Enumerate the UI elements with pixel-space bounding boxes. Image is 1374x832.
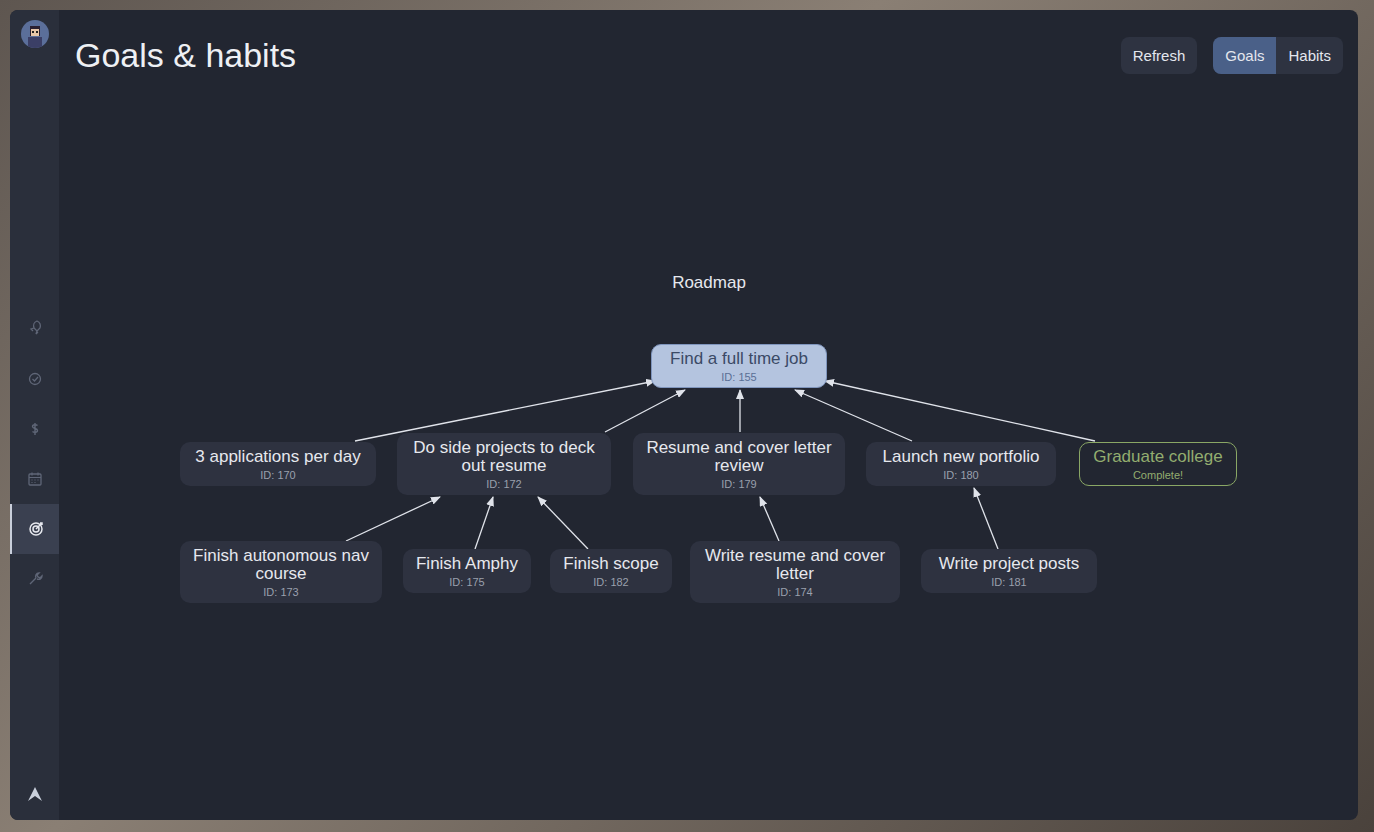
header: Goals & habits Refresh GoalsHabits	[59, 10, 1358, 76]
edge-arrow	[739, 390, 740, 432]
check-circle-icon	[25, 369, 45, 389]
goal-title: Find a full time job	[660, 350, 818, 368]
goal-node[interactable]: Find a full time job ID: 155	[651, 344, 827, 388]
goal-title: Write project posts	[930, 555, 1088, 573]
rocket-icon	[25, 319, 45, 339]
goal-title: Resume and cover letter review	[642, 439, 836, 475]
header-actions: Refresh GoalsHabits	[1121, 37, 1343, 74]
edge-arrow	[355, 381, 655, 441]
goal-node[interactable]: Graduate college Complete!	[1079, 442, 1237, 486]
goal-subtitle: ID: 170	[189, 469, 367, 481]
goal-node[interactable]: Do side projects to deck out resume ID: 1…	[397, 433, 611, 495]
edge-arrow	[346, 497, 440, 541]
goal-subtitle: ID: 179	[642, 478, 836, 490]
edge-arrow	[475, 497, 493, 549]
sidebar-items	[10, 304, 59, 604]
wrench-icon	[25, 569, 45, 589]
sidebar	[10, 10, 59, 820]
goal-node[interactable]: Launch new portfolio ID: 180	[866, 442, 1056, 486]
edge-arrow	[760, 497, 779, 541]
goal-title: Finish autonomous nav course	[189, 547, 373, 583]
roadmap-title: Roadmap	[672, 273, 746, 293]
goal-node[interactable]: 3 applications per day ID: 170	[180, 442, 376, 486]
sidebar-item[interactable]	[10, 304, 59, 354]
goal-subtitle: ID: 172	[406, 478, 602, 490]
calendar-icon	[25, 469, 45, 489]
goal-title: 3 applications per day	[189, 448, 367, 466]
view-toggle-option[interactable]: Habits	[1276, 37, 1343, 74]
target-icon	[26, 519, 46, 539]
goal-subtitle: ID: 175	[412, 576, 522, 588]
goal-node[interactable]: Write project posts ID: 181	[921, 549, 1097, 593]
goal-node[interactable]: Write resume and cover letter ID: 174	[690, 541, 900, 603]
goal-subtitle: ID: 155	[660, 371, 818, 383]
goal-subtitle: ID: 181	[930, 576, 1088, 588]
goal-node[interactable]: Finish Amphy ID: 175	[403, 549, 531, 593]
edge-arrow	[974, 488, 998, 549]
edge-arrow	[605, 390, 685, 432]
app-window: Goals & habits Refresh GoalsHabits Roadma…	[10, 10, 1358, 820]
sidebar-item[interactable]	[10, 354, 59, 404]
goal-title: Launch new portfolio	[875, 448, 1047, 466]
goal-node[interactable]: Resume and cover letter review ID: 179	[633, 433, 845, 495]
view-toggle-option[interactable]: Goals	[1213, 37, 1276, 74]
avatar-icon[interactable]	[21, 20, 49, 48]
goal-title: Graduate college	[1088, 448, 1228, 466]
edge-arrow	[825, 381, 1095, 441]
dollar-icon	[25, 419, 45, 439]
sidebar-item[interactable]	[10, 454, 59, 504]
sidebar-item[interactable]	[10, 554, 59, 604]
page-title: Goals & habits	[75, 36, 296, 75]
app-logo-icon[interactable]	[27, 786, 43, 806]
goal-title: Finish Amphy	[412, 555, 522, 573]
goal-node[interactable]: Finish autonomous nav course ID: 173	[180, 541, 382, 603]
view-toggle: GoalsHabits	[1213, 37, 1343, 74]
roadmap-canvas: Roadmap Find a full time job ID: 155 3 appl…	[59, 76, 1358, 820]
goal-subtitle: ID: 173	[189, 586, 373, 598]
goal-title: Write resume and cover letter	[699, 547, 891, 583]
sidebar-item[interactable]	[10, 504, 59, 554]
goal-subtitle: Complete!	[1088, 469, 1228, 481]
main-panel: Goals & habits Refresh GoalsHabits Roadma…	[59, 10, 1358, 820]
goal-node[interactable]: Finish scope ID: 182	[550, 549, 672, 593]
goal-title: Finish scope	[559, 555, 663, 573]
goal-title: Do side projects to deck out resume	[406, 439, 602, 475]
goal-subtitle: ID: 174	[699, 586, 891, 598]
goal-subtitle: ID: 182	[559, 576, 663, 588]
refresh-button[interactable]: Refresh	[1121, 37, 1198, 74]
edge-arrow	[538, 497, 588, 549]
goal-subtitle: ID: 180	[875, 469, 1047, 481]
sidebar-item[interactable]	[10, 404, 59, 454]
